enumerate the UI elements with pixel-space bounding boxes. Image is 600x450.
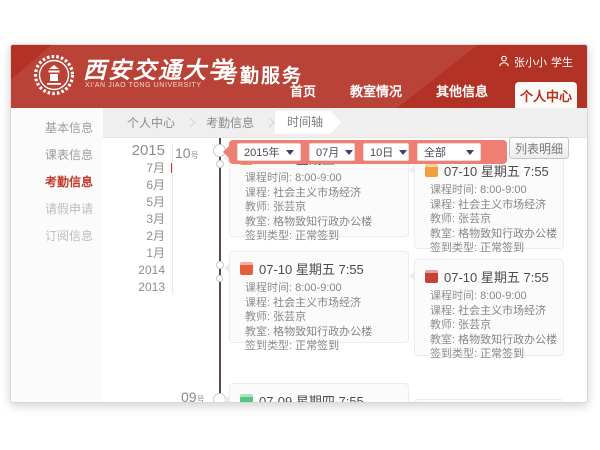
timeline-month-march[interactable]: 3月 <box>115 211 165 228</box>
year-select[interactable]: 2015年 <box>237 143 301 161</box>
timeline-month-february[interactable]: 2月 <box>115 228 165 245</box>
timeline-year-month-nav: 2015 7月 6月 5月 3月 2月 1月 2014 2013 <box>115 142 165 296</box>
timeline-node <box>216 160 224 168</box>
timeline-month-january[interactable]: 1月 <box>115 245 165 262</box>
timeline-node <box>216 275 223 282</box>
sidebar-item-subscription-info[interactable]: 订阅信息 <box>45 227 93 244</box>
person-icon <box>498 55 510 70</box>
type-select[interactable]: 全部 <box>417 143 481 161</box>
month-rail-divider <box>172 144 173 294</box>
signin-stamp-icon <box>240 262 253 275</box>
sidebar-item-leave-request[interactable]: 请假申请 <box>45 200 93 217</box>
screenshot-canvas: 西安交通大学 XI'AN JIAO TONG UNIVERSITY 考勤服务 张… <box>0 0 600 450</box>
timeline-month-may[interactable]: 5月 <box>115 194 165 211</box>
breadcrumb-attendance-info[interactable]: 考勤信息 <box>196 112 264 134</box>
timeline-node <box>216 261 224 269</box>
attendance-card: 07-10 星期五 7:55 课程时间: 8:00-9:00 课程: 社会主义市… <box>414 259 564 356</box>
signin-stamp-icon <box>425 270 438 283</box>
day-label-10: 10号 <box>175 145 199 161</box>
chevron-right-icon <box>265 118 275 128</box>
breadcrumb-timeline-current[interactable]: 时间轴 <box>275 111 341 134</box>
app-header: 西安交通大学 XI'AN JIAO TONG UNIVERSITY 考勤服务 张… <box>11 45 587 108</box>
user-menu[interactable]: 张小小 学生 <box>498 54 573 70</box>
dropdown-caret-icon <box>466 150 474 155</box>
user-name: 张小小 <box>514 54 547 70</box>
nav-classrooms[interactable]: 教室情况 <box>333 81 419 108</box>
card-title: 07-10 星期五 7:55 <box>444 267 549 286</box>
timeline-month-july-current[interactable]: 7月 <box>115 160 165 177</box>
date-filter-bar: 2015年 07月 10日 全部 <box>229 140 507 164</box>
breadcrumb-personal-center[interactable]: 个人中心 <box>117 112 185 134</box>
month-select[interactable]: 07月 <box>309 143 355 161</box>
chevron-right-icon <box>186 118 196 128</box>
day-label-09: 09号 <box>181 389 205 403</box>
list-detail-button[interactable]: 列表明细 <box>509 137 569 159</box>
timeline-year-2014[interactable]: 2014 <box>115 262 165 279</box>
dropdown-caret-icon <box>345 150 353 155</box>
nav-home[interactable]: 首页 <box>273 81 333 108</box>
day-select[interactable]: 10日 <box>363 143 409 161</box>
dropdown-caret-icon <box>286 150 294 155</box>
attendance-card: 07-10 星期五 7:55 课程时间: 8:00-9:00 课程: 社会主义市… <box>229 251 409 343</box>
university-logo <box>33 54 75 96</box>
timeline-year-2013[interactable]: 2013 <box>115 279 165 296</box>
sidebar-item-basic-info[interactable]: 基本信息 <box>45 119 93 136</box>
card-title: 07-10 星期五 7:55 <box>259 259 364 278</box>
user-role: 学生 <box>551 54 573 70</box>
app-window: 西安交通大学 XI'AN JIAO TONG UNIVERSITY 考勤服务 张… <box>10 44 588 403</box>
sidebar-item-attendance-info[interactable]: 考勤信息 <box>45 173 93 190</box>
timeline-year-2015[interactable]: 2015 <box>115 142 165 160</box>
attendance-card-clipped: 07-09 星期四 7:55 <box>229 383 409 403</box>
university-name-en: XI'AN JIAO TONG UNIVERSITY <box>85 82 202 89</box>
signin-stamp-icon <box>425 164 438 177</box>
signin-stamp-icon <box>240 394 253 403</box>
timeline-month-june[interactable]: 6月 <box>115 177 165 194</box>
main-nav: 首页 教室情况 其他信息 个人中心 <box>273 81 577 108</box>
attendance-card-clipped <box>414 399 564 403</box>
sidebar-item-timetable-info[interactable]: 课表信息 <box>45 146 93 163</box>
timeline-axis <box>219 138 221 402</box>
university-name-cn: 西安交通大学 <box>83 51 233 85</box>
attendance-card: 07-10 星期五 7:55 课程时间: 8:00-9:00 课程: 社会主义市… <box>414 153 564 249</box>
dropdown-caret-icon <box>399 150 407 155</box>
breadcrumb: 个人中心 考勤信息 时间轴 <box>103 108 587 138</box>
nav-personal-center-active-tab[interactable]: 个人中心 <box>515 82 577 108</box>
nav-other-info[interactable]: 其他信息 <box>419 81 505 108</box>
sidebar: 基本信息 课表信息 考勤信息 请假申请 订阅信息 <box>11 108 103 402</box>
card-title: 07-09 星期四 7:55 <box>259 391 364 403</box>
